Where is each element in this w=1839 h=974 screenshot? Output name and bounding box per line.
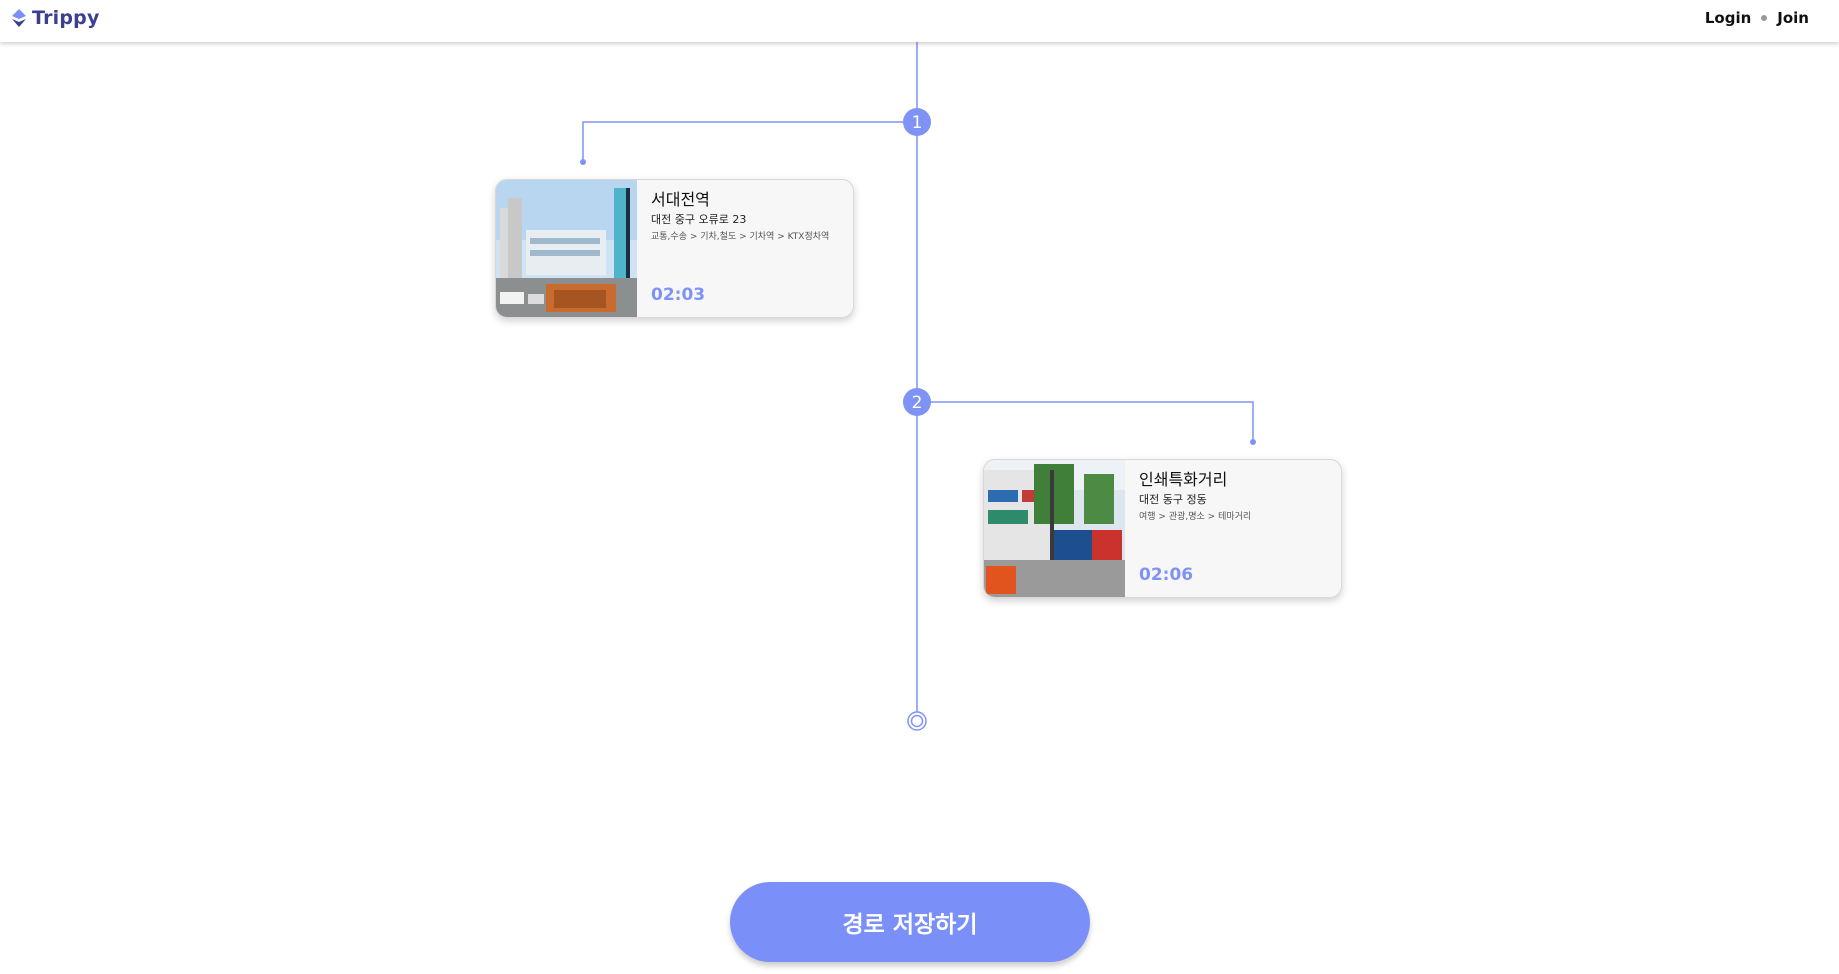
stop-1-number: 1 — [912, 113, 923, 133]
stop-2-connector-dot — [1250, 439, 1256, 445]
join-link[interactable]: Join — [1777, 9, 1809, 27]
stop-2-number: 2 — [912, 393, 923, 413]
stop-2-time: 02:06 — [1139, 565, 1194, 585]
save-route-button[interactable]: 경로 저장하기 — [730, 882, 1090, 962]
brand-logo-link[interactable]: Trippy — [10, 7, 100, 29]
stop-1-name: 서대전역 — [651, 190, 710, 209]
location-pin-icon — [12, 9, 26, 27]
stop-1-address: 대전 중구 오류로 23 — [651, 213, 747, 226]
stop-1-photo — [496, 180, 637, 317]
stop-1-connector-dot — [580, 159, 586, 165]
brand-name: Trippy — [32, 7, 100, 29]
stop-card-1[interactable]: 서대전역 대전 중구 오류로 23 교통,수송 > 기차,철도 > 기차역 > … — [495, 179, 854, 318]
stop-2-photo — [984, 460, 1125, 597]
stop-1-category: 교통,수송 > 기차,철도 > 기차역 > KTX정차역 — [651, 232, 830, 242]
stop-2-address: 대전 동구 정동 — [1139, 493, 1207, 506]
stop-2-info: 인쇄특화거리 대전 동구 정동 여행 > 관광,명소 > 테마거리 02:06 — [1139, 470, 1331, 587]
nav-separator — [1761, 15, 1768, 21]
stop-1-time: 02:03 — [651, 285, 706, 305]
stop-2-name: 인쇄특화거리 — [1139, 470, 1228, 489]
stop-card-2[interactable]: 인쇄특화거리 대전 동구 정동 여행 > 관광,명소 > 테마거리 02:06 — [983, 459, 1342, 598]
top-header: Trippy Login Join — [0, 0, 1839, 42]
auth-nav: Login Join — [1705, 8, 1809, 28]
stop-2-connector — [917, 401, 1254, 441]
stop-1-connector — [582, 121, 917, 161]
route-end-icon — [907, 711, 927, 731]
stop-2-category: 여행 > 관광,명소 > 테마거리 — [1139, 512, 1252, 522]
route-timeline: 1 2 — [580, 42, 1256, 731]
login-link[interactable]: Login — [1705, 9, 1751, 27]
stop-1-info: 서대전역 대전 중구 오류로 23 교통,수송 > 기차,철도 > 기차역 > … — [651, 190, 843, 307]
